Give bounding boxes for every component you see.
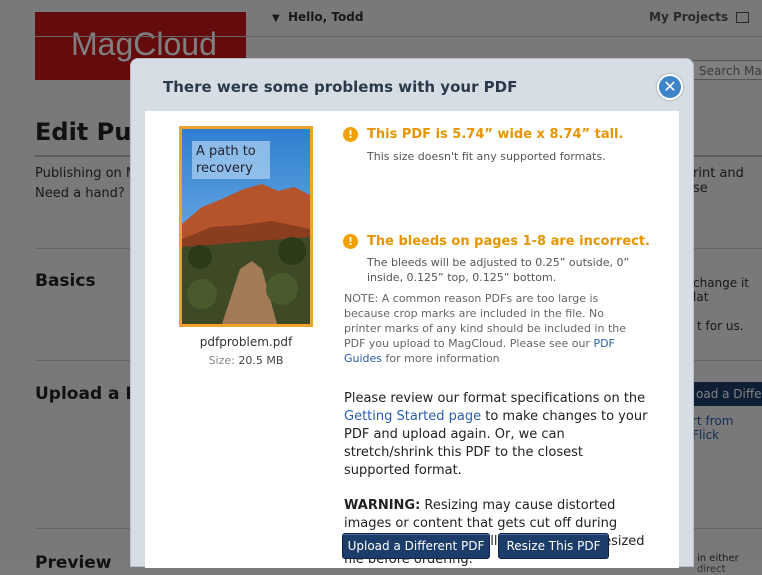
- dialog-body: A path to recovery pdfproblem.pdf Size: …: [145, 111, 679, 568]
- issue-desc-size: This size doesn't fit any supported form…: [367, 150, 606, 163]
- upload-different-pdf-button[interactable]: Upload a Different PDF: [342, 533, 490, 559]
- note-before: NOTE: A common reason PDFs are too large…: [344, 292, 626, 350]
- exclamation-circle-icon: !: [343, 127, 358, 142]
- close-x-icon: ✕: [663, 77, 677, 96]
- note-text: NOTE: A common reason PDFs are too large…: [344, 291, 644, 366]
- close-button[interactable]: ✕: [657, 74, 683, 100]
- pdf-thumbnail: A path to recovery: [179, 126, 313, 327]
- issue-desc-bleeds: The bleeds will be adjusted to 0.25” out…: [367, 256, 630, 284]
- file-name: pdfproblem.pdf: [199, 335, 293, 349]
- warning-label: WARNING:: [344, 498, 421, 513]
- review-before: Please review our format specifications …: [344, 391, 646, 406]
- review-paragraph: Please review our format specifications …: [344, 390, 649, 480]
- file-size-label: Size:: [208, 354, 235, 367]
- thumbnail-caption: A path to recovery: [192, 141, 270, 179]
- pdf-problems-dialog: There were some problems with your PDF ✕: [130, 58, 694, 568]
- exclamation-circle-icon: !: [343, 234, 358, 249]
- resize-pdf-button[interactable]: Resize This PDF: [498, 533, 609, 559]
- file-size: Size: 20.5 MB: [179, 354, 313, 367]
- issue-title-size: This PDF is 5.74” wide x 8.74” tall.: [367, 127, 624, 142]
- issue-title-bleeds: The bleeds on pages 1-8 are incorrect.: [367, 234, 650, 249]
- getting-started-link[interactable]: Getting Started page: [344, 409, 481, 424]
- dialog-title: There were some problems with your PDF: [163, 78, 518, 96]
- file-size-value: 20.5 MB: [238, 354, 284, 367]
- note-after: for more information: [382, 352, 500, 365]
